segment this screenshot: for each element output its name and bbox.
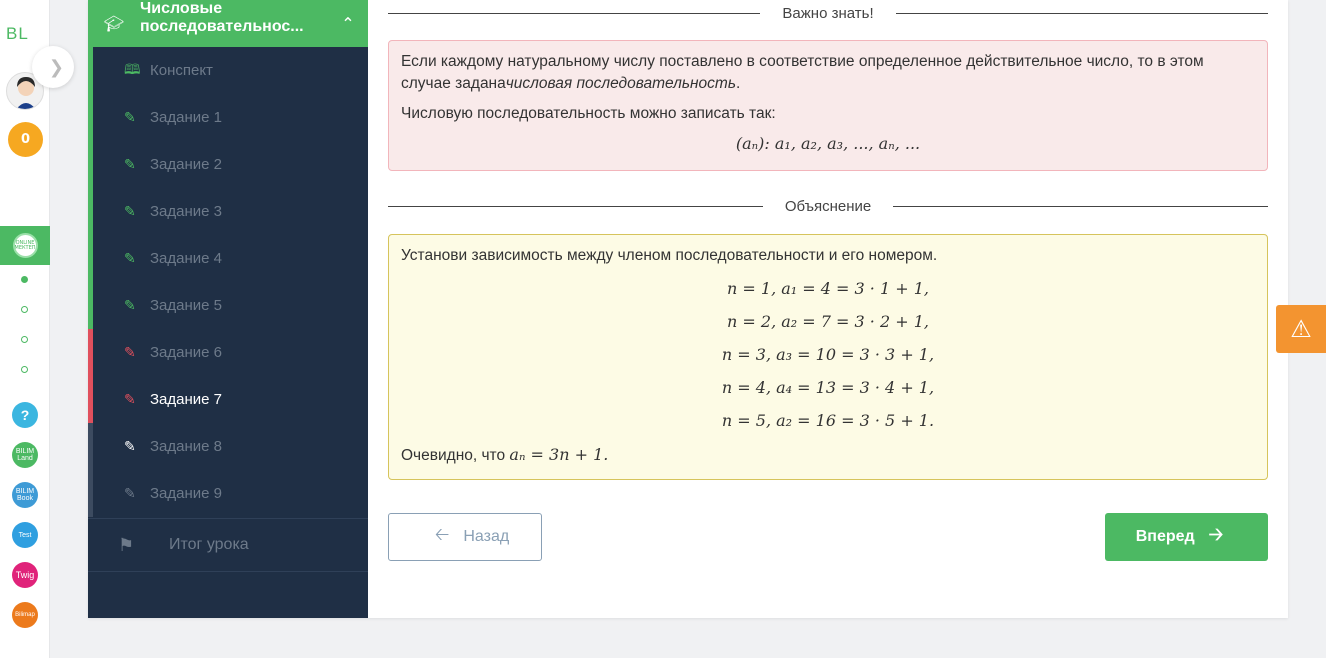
nav-item-label: Конспект (150, 62, 213, 79)
definition-text: Если каждому натуральному числу поставле… (401, 51, 1255, 95)
back-button[interactable]: 🡠 Назад (388, 513, 542, 561)
chevron-right-icon: ❯ (48, 56, 64, 78)
nav-item-task-9[interactable]: ✎ Задание 9 (88, 470, 368, 517)
pager-dot[interactable] (21, 366, 28, 373)
edit-icon: ✎ (124, 297, 136, 313)
explanation-line-3: n = 3, a₃ = 10 = 3 · 3 + 1, (721, 345, 935, 364)
pager-dot[interactable] (21, 306, 28, 313)
flag-icon: ⚑ (118, 534, 135, 555)
explanation-intro: Установи зависимость между членом послед… (401, 247, 938, 264)
explanation-line-5: n = 5, a₂ = 16 = 3 · 5 + 1. (721, 411, 935, 430)
report-problem-button[interactable]: ⚠ (1276, 305, 1326, 353)
lesson-nav-header[interactable]: 🎓︎ Числовые последовательнос... ⌃ (88, 0, 368, 47)
explanation-line-1: n = 1, a₁ = 4 = 3 · 1 + 1, (727, 279, 929, 298)
definition-text-end: . (735, 75, 741, 92)
conclusion-formula: aₙ = 3n + 1. (509, 445, 609, 464)
nav-item-label: Задание 8 (150, 438, 223, 455)
warning-icon: ⚠ (1290, 315, 1312, 343)
edit-icon: ✎ (124, 344, 136, 360)
nav-item-label: Задание 6 (150, 344, 223, 361)
explanation-line-4: n = 4, a₄ = 13 = 3 · 4 + 1, (721, 378, 935, 397)
lesson-nav: 🎓︎ Числовые последовательнос... ⌃ 🕮︎ Кон… (88, 0, 368, 618)
book-icon: 🕮︎ (124, 60, 141, 77)
app-rail: BL 0 ONLINE МЕКТЕП ? BILIM Land BILIM Bo… (0, 0, 50, 658)
back-button-label: Назад (463, 528, 510, 545)
arrow-left-icon: 🡠 (434, 524, 450, 544)
graduation-cap-icon: 🎓︎ (103, 14, 125, 33)
bilimland-logo[interactable]: BL (6, 24, 29, 44)
edit-icon: ✎ (124, 250, 136, 266)
explanation-box: Установи зависимость между членом послед… (388, 234, 1268, 480)
edit-icon: ✎ (124, 391, 136, 407)
important-box: Если каждому натуральному числу поставле… (388, 40, 1268, 171)
edit-icon: ✎ (124, 438, 136, 454)
nav-item-task-1[interactable]: ✎ Задание 1 (88, 94, 368, 141)
online-mektep-app[interactable]: ONLINE МЕКТЕП (0, 226, 50, 265)
next-button-label: Вперед (1135, 528, 1195, 545)
nav-item-summary[interactable]: ⚑ Итог урока (88, 518, 368, 572)
nav-item-task-8[interactable]: ✎ Задание 8 (88, 423, 368, 470)
definition-term: числовая последовательность (505, 75, 736, 92)
edit-icon: ✎ (124, 203, 136, 219)
nav-item-task-4[interactable]: ✎ Задание 4 (88, 235, 368, 282)
nav-item-task-6[interactable]: ✎ Задание 6 (88, 329, 368, 376)
test-app-icon[interactable]: Test (12, 522, 38, 548)
edit-icon: ✎ (124, 485, 136, 501)
lesson-title: Числовые последовательнос... (140, 0, 304, 35)
lesson-content: Важно знать! Если каждому натуральному ч… (388, 0, 1269, 561)
nav-item-label: Задание 7 (150, 391, 223, 408)
pager-dot[interactable] (21, 336, 28, 343)
explanation-title: Объяснение (784, 197, 872, 215)
sequence-notation: (aₙ): a₁, a₂, a₃, ..., aₙ, ... (735, 134, 921, 153)
twig-app-icon[interactable]: Twig (12, 562, 38, 588)
nav-item-task-7[interactable]: ✎ Задание 7 (88, 376, 368, 423)
arrow-right-icon: 🡢 (1208, 524, 1224, 544)
nav-item-task-5[interactable]: ✎ Задание 5 (88, 282, 368, 329)
chevron-up-icon[interactable]: ⌃ (328, 14, 368, 33)
nav-item-label: Задание 2 (150, 156, 223, 173)
conclusion: Очевидно, что aₙ = 3n + 1. (401, 444, 1255, 467)
explanation-divider: Объяснение (388, 193, 1269, 219)
notation-intro: Числовую последовательность можно записа… (401, 105, 776, 122)
nav-item-label: Задание 4 (150, 250, 223, 267)
nav-item-task-2[interactable]: ✎ Задание 2 (88, 141, 368, 188)
expand-rail-button[interactable]: ❯ (32, 46, 74, 88)
bilimbook-app-icon[interactable]: BILIM Book (12, 482, 38, 508)
coins-badge[interactable]: 0 (8, 122, 43, 157)
bilimland-app-icon[interactable]: BILIM Land (12, 442, 38, 468)
conclusion-prefix: Очевидно, что (401, 447, 506, 464)
online-mektep-icon: ONLINE МЕКТЕП (12, 233, 38, 258)
explanation-line-2: n = 2, a₂ = 7 = 3 · 2 + 1, (727, 312, 929, 331)
lesson-card: 🎓︎ Числовые последовательнос... ⌃ 🕮︎ Кон… (88, 0, 1288, 618)
help-app-icon[interactable]: ? (12, 402, 38, 428)
edit-icon: ✎ (124, 109, 136, 125)
lesson-nav-items: 🕮︎ Конспект ✎ Задание 1 ✎ Задание 2 ✎ За… (88, 47, 368, 517)
important-title: Важно знать! (782, 4, 874, 22)
nav-item-task-3[interactable]: ✎ Задание 3 (88, 188, 368, 235)
edit-icon: ✎ (124, 156, 136, 172)
important-divider: Важно знать! (388, 0, 1269, 26)
nav-item-label: Задание 1 (150, 109, 223, 126)
nav-item-label: Задание 9 (150, 485, 223, 502)
bilimap-app-icon[interactable]: Bilimap (12, 602, 38, 628)
nav-item-konspekt[interactable]: 🕮︎ Конспект (88, 47, 368, 94)
pager-dot-active[interactable] (21, 276, 28, 283)
next-button[interactable]: Вперед 🡢 (1105, 513, 1268, 561)
nav-item-label: Задание 5 (150, 297, 223, 314)
nav-item-label: Задание 3 (150, 203, 223, 220)
nav-item-label: Итог урока (169, 536, 249, 553)
